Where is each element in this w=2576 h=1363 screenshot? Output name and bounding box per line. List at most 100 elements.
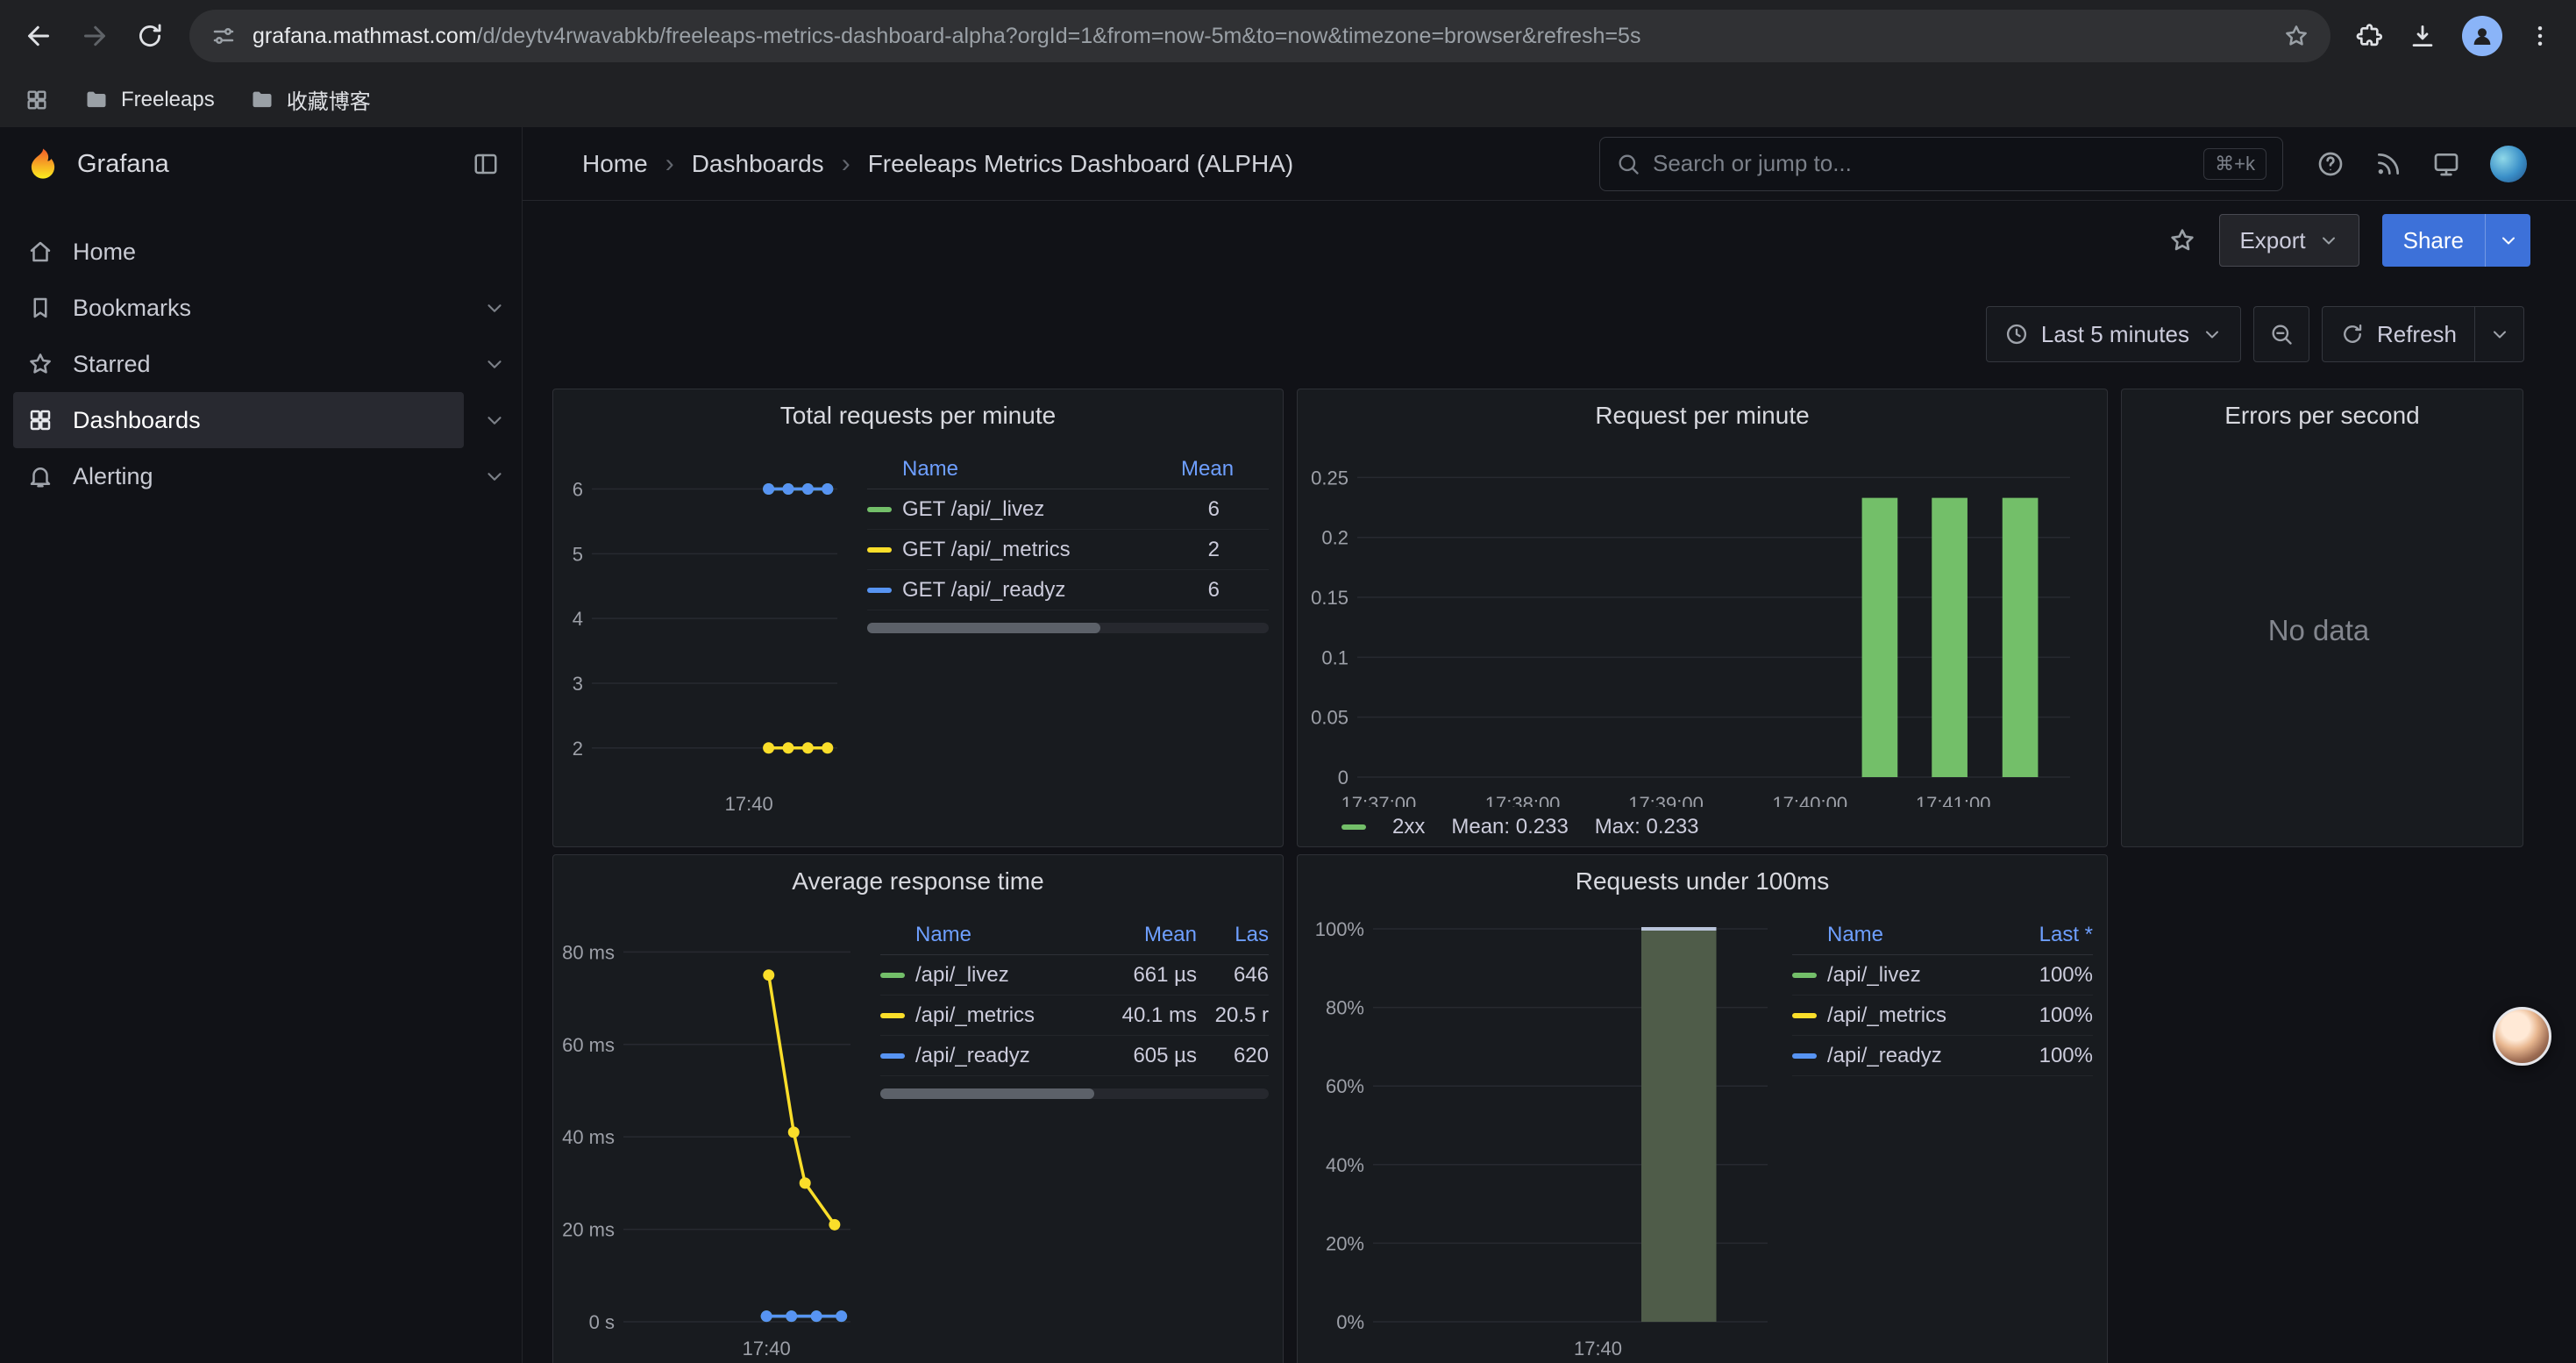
sidebar-item-label: Starred [73,351,151,378]
share-button[interactable]: Share [2382,214,2530,267]
panel-title[interactable]: Average response time [553,855,1283,908]
search-input[interactable] [1653,150,2191,177]
breadcrumb-dashboards[interactable]: Dashboards [692,150,824,178]
legend-row[interactable]: GET /api/_livez6 [867,489,1269,530]
chevron-down-icon[interactable] [483,353,506,375]
floating-avatar[interactable] [2493,1007,2551,1066]
svg-text:80%: 80% [1326,997,1364,1019]
help-icon[interactable] [2316,150,2345,178]
refresh-button[interactable]: Refresh [2322,306,2475,362]
downloads-icon[interactable] [2408,21,2437,51]
breadcrumb-home[interactable]: Home [582,150,648,178]
svg-text:0.15: 0.15 [1311,587,1348,609]
bar-chart[interactable]: 0%20%40%60%80%100%17:40 [1305,915,1778,1362]
panel-title[interactable]: Request per minute [1298,389,2107,442]
user-avatar[interactable] [2490,146,2527,182]
chevron-down-icon[interactable] [483,465,506,488]
monitor-icon[interactable] [2432,150,2460,178]
share-dropdown[interactable] [2485,214,2530,267]
line-chart[interactable]: 0 s20 ms40 ms60 ms80 ms17:40 [560,915,863,1362]
apps-grid-icon[interactable] [25,88,49,112]
sidebar-header: Grafana [0,127,522,201]
panel-title[interactable]: Total requests per minute [553,389,1283,442]
folder-icon [84,88,109,112]
grafana-header: Home › Dashboards › Freeleaps Metrics Da… [523,127,2576,201]
legend-table[interactable]: NameLast */api/_livez100%/api/_metrics10… [1792,915,2093,1363]
svg-text:0.25: 0.25 [1311,467,1348,489]
favorite-star-icon[interactable] [2168,226,2196,254]
legend-row[interactable]: /api/_readyz100% [1792,1036,2093,1076]
legend-row[interactable]: /api/_readyz605 µs620 [880,1036,1269,1076]
series-max: Max: 0.233 [1595,815,1699,839]
sidebar-item-home[interactable]: Home [13,224,464,280]
legend-row[interactable]: /api/_livez661 µs646 [880,955,1269,995]
site-info-icon[interactable] [210,23,237,49]
panel-title[interactable]: Requests under 100ms [1298,855,2107,908]
svg-text:17:37:00: 17:37:00 [1341,793,1417,807]
extensions-icon[interactable] [2355,22,2383,50]
bar-chart[interactable]: 00.050.10.150.20.2517:37:0017:38:0017:39… [1305,449,2088,807]
brand-name: Grafana [77,150,169,179]
news-icon[interactable] [2374,150,2402,178]
legend-table[interactable]: NameMeanGET /api/_livez6GET /api/_metric… [867,449,1269,846]
panel-grid: Total requests per minute 2345617:40 Nam… [552,389,2524,1363]
back-icon[interactable] [23,20,54,52]
legend-scrollbar[interactable] [880,1088,1269,1099]
panel-requests-under-100ms: Requests under 100ms 0%20%40%60%80%100%1… [1297,854,2108,1363]
grafana-logo[interactable] [25,146,61,182]
reload-icon[interactable] [135,21,165,51]
svg-text:0 s: 0 s [589,1311,615,1333]
svg-text:0: 0 [1338,767,1348,789]
svg-text:40%: 40% [1326,1154,1364,1176]
url-text: grafana.mathmast.com/d/deytv4rwavabkb/fr… [253,24,2267,49]
legend-row[interactable]: /api/_metrics100% [1792,995,2093,1036]
legend-row[interactable]: GET /api/_metrics2 [867,530,1269,570]
chevron-down-icon[interactable] [483,296,506,319]
sidebar-item-label: Home [73,239,136,266]
svg-text:17:38:00: 17:38:00 [1485,793,1561,807]
zoom-out-button[interactable] [2253,306,2309,362]
chevron-down-icon[interactable] [483,409,506,432]
panel-request-per-minute: Request per minute 00.050.10.150.20.2517… [1297,389,2108,847]
bookmark-label: Freeleaps [121,88,215,112]
share-button-label: Share [2382,227,2485,254]
dashboard-canvas: Last 5 minutes Refresh [523,280,2576,1363]
sidebar-item-label: Bookmarks [73,295,191,322]
clock-icon [2004,322,2029,346]
sidebar-item-alerting[interactable]: Alerting [13,448,464,504]
forward-icon[interactable] [79,20,110,52]
svg-text:20%: 20% [1326,1232,1364,1254]
bookmark-folder-freeleaps[interactable]: Freeleaps [84,88,215,112]
home-icon [27,239,53,265]
search-icon [1616,152,1640,176]
time-controls: Last 5 minutes Refresh [552,306,2524,362]
bookmark-label: 收藏博客 [287,84,371,115]
dashboard-actions: Export Share [523,201,2576,280]
time-range-picker[interactable]: Last 5 minutes [1986,306,2241,362]
legend-inline[interactable]: 2xx Mean: 0.233 Max: 0.233 [1305,807,2093,846]
refresh-interval-dropdown[interactable] [2475,306,2524,362]
chevron-down-icon [2202,324,2223,345]
menu-icon[interactable] [2527,23,2553,49]
legend-scrollbar[interactable] [867,623,1269,633]
sidebar-item-bookmarks[interactable]: Bookmarks [13,280,464,336]
main-content: Home › Dashboards › Freeleaps Metrics Da… [523,127,2576,1363]
legend-row[interactable]: /api/_metrics40.1 ms20.5 r [880,995,1269,1036]
bookmark-star-icon[interactable] [2283,23,2309,49]
legend-row[interactable]: /api/_livez100% [1792,955,2093,995]
sidebar: Grafana Home Bookmarks Starred Dashboard… [0,127,523,1363]
legend-table[interactable]: NameMeanLas/api/_livez661 µs646/api/_met… [880,915,1269,1363]
profile-icon[interactable] [2462,16,2502,56]
sidebar-item-starred[interactable]: Starred [13,336,464,392]
svg-text:0.1: 0.1 [1321,646,1348,668]
export-button[interactable]: Export [2219,214,2359,267]
sidebar-item-dashboards[interactable]: Dashboards [13,392,464,448]
address-bar[interactable]: grafana.mathmast.com/d/deytv4rwavabkb/fr… [189,10,2330,62]
search-box[interactable]: ⌘+k [1599,137,2283,191]
panel-title[interactable]: Errors per second [2122,389,2523,442]
sidebar-toggle-icon[interactable] [473,151,499,177]
line-chart[interactable]: 2345617:40 [560,449,850,817]
bookmark-folder-blogs[interactable]: 收藏博客 [250,84,371,115]
legend-row[interactable]: GET /api/_readyz6 [867,570,1269,610]
folder-icon [250,88,274,112]
